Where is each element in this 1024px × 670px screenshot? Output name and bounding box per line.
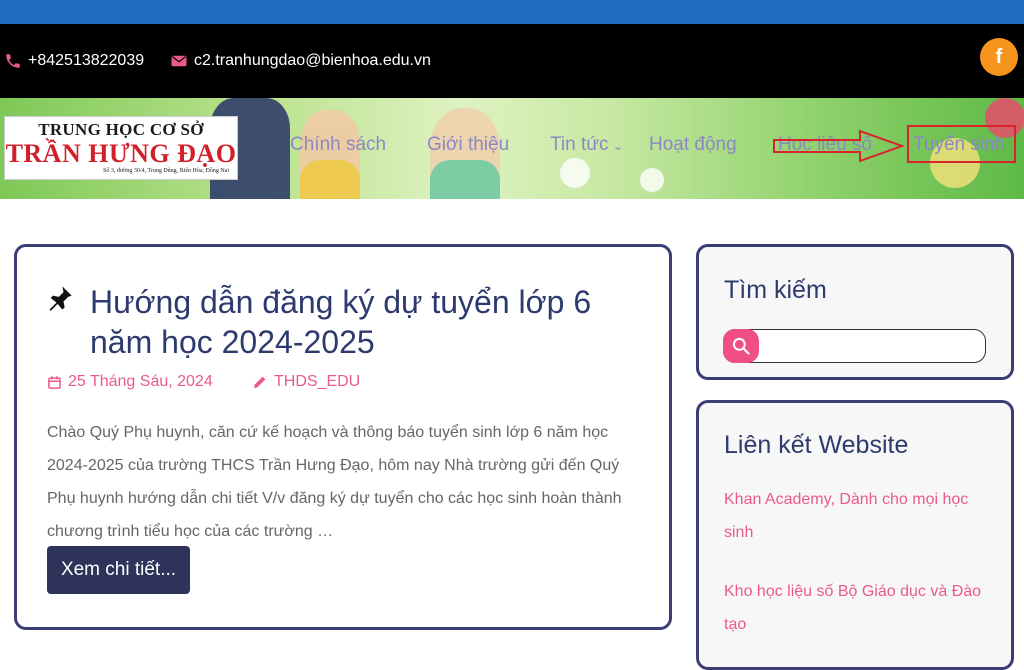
logo-line-2: TRẦN HƯNG ĐẠO bbox=[5, 139, 237, 168]
contact-bar: +842513822039 c2.tranhungdao@bienhoa.edu… bbox=[0, 24, 1024, 98]
phone-number: +842513822039 bbox=[28, 52, 145, 69]
banner-flower bbox=[560, 158, 590, 188]
logo-address: Số 3, đường 30/4, Trung Dũng, Biên Hòa, … bbox=[103, 168, 229, 174]
phone-icon bbox=[6, 54, 20, 68]
read-more-button[interactable]: Xem chi tiết... bbox=[47, 546, 190, 594]
search-input[interactable] bbox=[723, 329, 986, 363]
chevron-down-icon: ⌄ bbox=[612, 138, 624, 153]
email-contact[interactable]: c2.tranhungdao@bienhoa.edu.vn bbox=[170, 24, 431, 98]
nav-item-chinh-sach[interactable]: Chính sách bbox=[290, 134, 386, 156]
post-author[interactable]: THDS_EDU bbox=[252, 373, 360, 391]
post-excerpt: Chào Quý Phụ huynh, căn cứ kế hoạch và t… bbox=[47, 424, 622, 540]
search-icon bbox=[732, 337, 750, 355]
pushpin-icon bbox=[49, 286, 72, 311]
envelope-icon bbox=[171, 55, 187, 67]
calendar-icon bbox=[48, 375, 61, 389]
facebook-glyph: f bbox=[995, 45, 1003, 68]
top-accent-bar bbox=[0, 0, 1024, 24]
nav-item-gioi-thieu[interactable]: Giới thiệu bbox=[427, 134, 509, 156]
post-date-text: 25 Tháng Sáu, 2024 bbox=[68, 373, 213, 390]
link-kho-hoc-lieu[interactable]: Kho học liệu số Bộ Giáo dục và Đào tạo bbox=[724, 575, 984, 641]
banner-flower bbox=[640, 168, 664, 192]
search-button[interactable] bbox=[723, 329, 759, 363]
link-khan-academy[interactable]: Khan Academy, Dành cho mọi học sinh bbox=[724, 483, 984, 549]
pencil-icon bbox=[254, 376, 266, 388]
post-author-text: THDS_EDU bbox=[274, 373, 361, 390]
phone-contact[interactable]: +842513822039 bbox=[4, 24, 144, 98]
facebook-icon[interactable]: f bbox=[980, 38, 1018, 76]
logo-line-1: TRUNG HỌC CƠ SỞ bbox=[38, 120, 204, 139]
nav-item-tin-tuc-label: Tin tức bbox=[550, 134, 609, 155]
highlight-box-annotation bbox=[907, 125, 1016, 163]
school-logo[interactable]: TRUNG HỌC CƠ SỞ TRẦN HƯNG ĐẠO Số 3, đườn… bbox=[4, 116, 238, 180]
post-date[interactable]: 25 Tháng Sáu, 2024 bbox=[47, 373, 213, 391]
post-title[interactable]: Hướng dẫn đăng ký dự tuyển lớp 6 năm học… bbox=[90, 282, 650, 362]
email-address: c2.tranhungdao@bienhoa.edu.vn bbox=[194, 52, 431, 69]
search-widget-title: Tìm kiếm bbox=[724, 276, 827, 304]
arrow-annotation-icon bbox=[773, 129, 905, 163]
nav-item-hoat-dong[interactable]: Hoạt động bbox=[649, 134, 737, 156]
links-widget-title: Liên kết Website bbox=[724, 431, 909, 459]
nav-item-tin-tuc[interactable]: Tin tức ⌄ bbox=[550, 134, 623, 156]
